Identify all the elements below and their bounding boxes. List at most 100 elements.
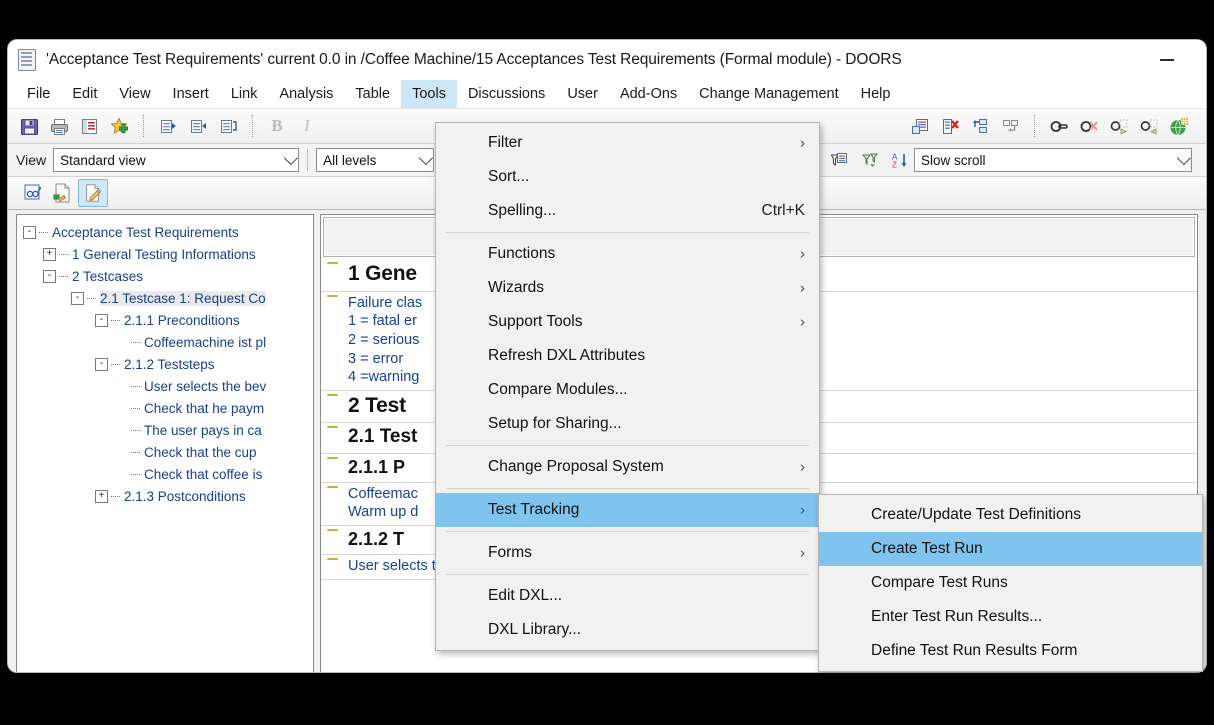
menu-link[interactable]: Link	[220, 80, 269, 108]
menu-item-label: Functions	[488, 245, 555, 263]
menu-user[interactable]: User	[556, 80, 609, 108]
menu-item-spelling[interactable]: Spelling... Ctrl+K	[436, 194, 819, 228]
tools-dropdown-menu[interactable]: Filter › Sort... Spelling... Ctrl+K Func…	[435, 122, 820, 651]
svg-text:Z: Z	[892, 160, 897, 169]
menu-item-label: Create Test Run	[871, 540, 983, 558]
tree-toggle-icon[interactable]: -	[95, 314, 108, 327]
menu-item-define-test-run-results-form[interactable]: Define Test Run Results Form	[819, 634, 1202, 668]
menu-item-label: Compare Modules...	[488, 381, 628, 399]
bold-icon[interactable]: B	[262, 112, 292, 140]
tree-item-preconditions[interactable]: - 2.1.1 Preconditions	[21, 309, 313, 331]
web-icon[interactable]	[1164, 112, 1194, 140]
tree-connector	[59, 275, 68, 277]
minimize-button[interactable]	[1144, 40, 1190, 80]
menu-item-compare-test-runs[interactable]: Compare Test Runs	[819, 566, 1202, 600]
promote-object-icon[interactable]	[965, 112, 995, 140]
menu-item-label: DXL Library...	[488, 621, 581, 639]
tree-item-check-coffee[interactable]: Check that coffee is	[21, 463, 313, 485]
read-mode-icon[interactable]	[18, 179, 48, 207]
menu-separator	[446, 574, 809, 575]
menu-change-management[interactable]: Change Management	[688, 80, 849, 108]
menu-analysis[interactable]: Analysis	[268, 80, 344, 108]
italic-icon[interactable]: I	[292, 112, 322, 140]
test-tracking-submenu[interactable]: Create/Update Test Definitions Create Te…	[818, 494, 1203, 672]
save-icon[interactable]	[14, 112, 44, 140]
tree-item-check-payment[interactable]: Check that he paym	[21, 397, 313, 419]
menu-discussions[interactable]: Discussions	[457, 80, 556, 108]
menu-item-label: Define Test Run Results Form	[871, 642, 1077, 660]
menu-item-shortcut: Ctrl+K	[732, 202, 806, 220]
renumber-icon[interactable]	[213, 112, 243, 140]
tree-toggle-icon[interactable]: +	[95, 490, 108, 503]
menu-item-edit-dxl[interactable]: Edit DXL...	[436, 579, 819, 613]
print-icon[interactable]	[44, 112, 74, 140]
menu-file[interactable]: File	[16, 80, 61, 108]
tree-item-check-cup[interactable]: Check that the cup	[21, 441, 313, 463]
tree-toggle-icon[interactable]: +	[43, 248, 56, 261]
tree-toggle-icon[interactable]: -	[95, 358, 108, 371]
tree-item-teststeps[interactable]: - 2.1.2 Teststeps	[21, 353, 313, 375]
insert-mode-icon[interactable]	[48, 179, 78, 207]
format-toolbar-group: B I	[262, 112, 322, 140]
edit-mode-icon[interactable]	[78, 179, 108, 207]
indent-icon[interactable]	[183, 112, 213, 140]
tree-item-user-selects-beverage[interactable]: User selects the bev	[21, 375, 313, 397]
menu-item-create-update-test-definitions[interactable]: Create/Update Test Definitions	[819, 498, 1202, 532]
add-favourite-icon[interactable]	[104, 112, 134, 140]
menu-edit[interactable]: Edit	[61, 80, 108, 108]
chevron-right-icon: ›	[800, 459, 805, 476]
scroll-mode-select[interactable]: Slow scroll	[914, 148, 1192, 172]
menu-item-wizards[interactable]: Wizards ›	[436, 271, 819, 305]
menu-tools[interactable]: Tools	[401, 80, 457, 108]
filter-icon[interactable]	[824, 146, 854, 174]
print-preview-icon[interactable]	[74, 112, 104, 140]
tree-item-user-pays-cash[interactable]: The user pays in ca	[21, 419, 313, 441]
menu-insert[interactable]: Insert	[162, 80, 220, 108]
tree-toggle-icon[interactable]: -	[43, 270, 56, 283]
tree-item-postconditions[interactable]: + 2.1.3 Postconditions	[21, 485, 313, 507]
inlink-icon[interactable]	[1134, 112, 1164, 140]
tree-item-acceptance-test-requirements[interactable]: - Acceptance Test Requirements	[21, 221, 313, 243]
menu-item-support-tools[interactable]: Support Tools ›	[436, 305, 819, 339]
tree-toggle-icon[interactable]: -	[23, 226, 36, 239]
delete-link-icon[interactable]	[1074, 112, 1104, 140]
menu-item-forms[interactable]: Forms ›	[436, 536, 819, 570]
view-select[interactable]: Standard view	[53, 148, 299, 172]
object-change-bar	[327, 295, 338, 297]
levels-select[interactable]: All levels	[316, 148, 434, 172]
tree-item-testcase-1[interactable]: - 2.1 Testcase 1: Request Co	[21, 287, 313, 309]
menu-item-create-test-run[interactable]: Create Test Run	[819, 532, 1202, 566]
menu-help[interactable]: Help	[850, 80, 902, 108]
menu-item-test-tracking[interactable]: Test Tracking ›	[436, 493, 819, 527]
chevron-down-icon	[419, 151, 433, 165]
tree-item-coffeemachine-precondition[interactable]: Coffeemachine ist pl	[21, 331, 313, 353]
tree-item-general-testing-informations[interactable]: + 1 General Testing Informations	[21, 243, 313, 265]
menu-item-label: Enter Test Run Results...	[871, 608, 1042, 626]
tree-item-testcases[interactable]: - 2 Testcases	[21, 265, 313, 287]
outline-toolbar-group	[153, 112, 243, 140]
new-object-icon[interactable]	[905, 112, 935, 140]
menu-item-enter-test-run-results[interactable]: Enter Test Run Results...	[819, 600, 1202, 634]
object-change-bar	[327, 529, 338, 531]
delete-object-icon[interactable]	[935, 112, 965, 140]
link-icon[interactable]	[1044, 112, 1074, 140]
menu-item-compare-modules[interactable]: Compare Modules...	[436, 373, 819, 407]
tree-toggle-icon[interactable]: -	[71, 292, 84, 305]
menu-item-refresh-dxl-attributes[interactable]: Refresh DXL Attributes	[436, 339, 819, 373]
menu-add-ons[interactable]: Add-Ons	[609, 80, 688, 108]
menu-table[interactable]: Table	[344, 80, 401, 108]
menu-view[interactable]: View	[108, 80, 161, 108]
menu-item-dxl-library[interactable]: DXL Library...	[436, 613, 819, 647]
menu-item-functions[interactable]: Functions ›	[436, 237, 819, 271]
sort-columns-icon[interactable]	[854, 146, 884, 174]
sort-az-icon[interactable]: AZ	[884, 146, 914, 174]
menu-item-sort[interactable]: Sort...	[436, 160, 819, 194]
outlink-icon[interactable]	[1104, 112, 1134, 140]
menu-item-filter[interactable]: Filter ›	[436, 126, 819, 160]
menu-item-change-proposal-system[interactable]: Change Proposal System ›	[436, 450, 819, 484]
outdent-icon[interactable]	[153, 112, 183, 140]
explorer-tree-pane[interactable]: - Acceptance Test Requirements + 1 Gener…	[16, 214, 314, 672]
demote-object-icon[interactable]	[995, 112, 1025, 140]
menu-item-setup-for-sharing[interactable]: Setup for Sharing...	[436, 407, 819, 441]
tree-connector	[131, 473, 140, 475]
